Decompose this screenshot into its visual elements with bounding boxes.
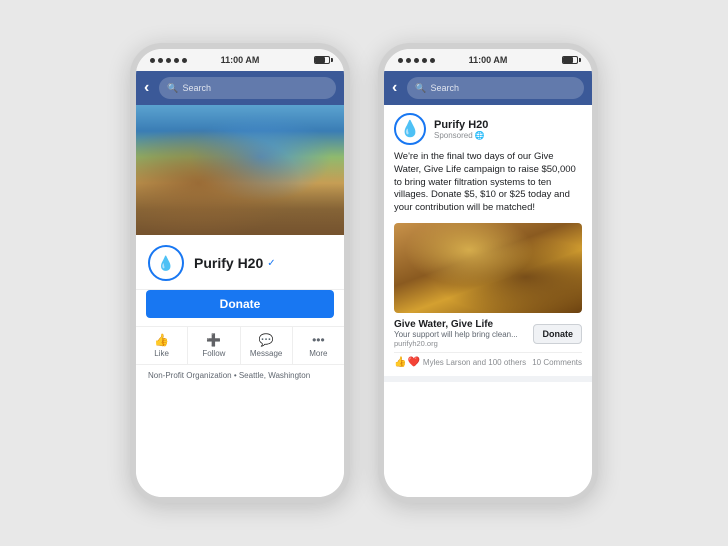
ad-link-title: Give Water, Give Life	[394, 319, 533, 330]
profile-name: Purify H20	[194, 255, 263, 271]
water-drop-icon: 💧	[157, 255, 174, 272]
back-button-2[interactable]: ‹	[392, 79, 397, 97]
profile-info-row: 💧 Purify H20 ✓	[136, 235, 344, 290]
ad-reactions-row: 👍 ❤️ Myles Larson and 100 others 10 Comm…	[394, 352, 582, 370]
message-label: Message	[250, 349, 282, 358]
globe-icon: 🌐	[475, 131, 485, 140]
verified-badge: ✓	[267, 258, 275, 269]
fb-nav-1: ‹ 🔍 Search	[136, 71, 344, 105]
search-placeholder-2: Search	[431, 83, 460, 93]
profile-name-row: Purify H20 ✓	[194, 255, 276, 271]
sponsored-label: Sponsored	[434, 131, 473, 140]
back-button-1[interactable]: ‹	[144, 79, 149, 97]
reactions-count: Myles Larson and 100 others	[423, 358, 526, 367]
ad-water-drop-icon: 💧	[400, 119, 420, 139]
action-like[interactable]: 👍 Like	[136, 327, 188, 364]
like-label: Like	[154, 349, 169, 358]
like-icon: 👍	[154, 333, 169, 347]
action-bar-1: 👍 Like ➕ Follow 💬 Message ••• More	[136, 326, 344, 364]
heart-emoji: ❤️	[407, 357, 419, 368]
profile-avatar-1: 💧	[148, 245, 184, 281]
action-follow[interactable]: ➕ Follow	[188, 327, 240, 364]
status-time-1: 11:00 AM	[221, 55, 260, 65]
signal-dots-1	[150, 58, 187, 63]
fb-nav-2: ‹ 🔍 Search	[384, 71, 592, 105]
search-bar-2[interactable]: 🔍 Search	[407, 77, 584, 99]
ad-link-url: purifyh20.org	[394, 339, 533, 348]
ad-bottom-row: Give Water, Give Life Your support will …	[394, 319, 582, 348]
ad-sponsored-row: Sponsored 🌐	[434, 131, 488, 140]
ad-page-name[interactable]: Purify H20	[434, 119, 488, 131]
phone2-content: 💧 Purify H20 Sponsored 🌐 We're in the fi…	[384, 105, 592, 497]
follow-label: Follow	[202, 349, 225, 358]
message-icon: 💬	[259, 333, 274, 347]
donate-button-1[interactable]: Donate	[146, 290, 334, 318]
status-bar-2: 11:00 AM	[384, 49, 592, 71]
ad-page-info: Purify H20 Sponsored 🌐	[434, 119, 488, 140]
phone1-content: 💧 Purify H20 ✓ Donate 👍 Like ➕	[136, 105, 344, 497]
ad-donate-button[interactable]: Donate	[533, 324, 582, 344]
reactions-left: 👍 ❤️ Myles Larson and 100 others	[394, 357, 526, 368]
status-bar-1: 11:00 AM	[136, 49, 344, 71]
ad-header: 💧 Purify H20 Sponsored 🌐	[394, 113, 582, 145]
follow-icon: ➕	[206, 333, 221, 347]
battery-1	[314, 56, 330, 64]
ad-card: 💧 Purify H20 Sponsored 🌐 We're in the fi…	[384, 105, 592, 382]
status-time-2: 11:00 AM	[469, 55, 508, 65]
comments-count: 10 Comments	[532, 358, 582, 367]
reaction-emojis: 👍 ❤️	[394, 357, 420, 368]
ad-avatar: 💧	[394, 113, 426, 145]
like-emoji: 👍	[394, 357, 406, 368]
phone-1: 11:00 AM ‹ 🔍 Search 💧	[130, 43, 350, 503]
search-placeholder-1: Search	[183, 83, 212, 93]
profile-meta: Non-Profit Organization • Seattle, Washi…	[136, 364, 344, 386]
more-label: More	[309, 349, 327, 358]
cover-photo-1	[136, 105, 344, 235]
ad-link-info: Give Water, Give Life Your support will …	[394, 319, 533, 348]
phone-2: 11:00 AM ‹ 🔍 Search 💧 Purif	[378, 43, 598, 503]
battery-2	[562, 56, 578, 64]
action-more[interactable]: ••• More	[293, 327, 344, 364]
action-message[interactable]: 💬 Message	[241, 327, 293, 364]
ad-link-desc: Your support will help bring clean...	[394, 330, 533, 339]
ad-body-text: We're in the final two days of our Give …	[394, 151, 582, 215]
signal-dots-2	[398, 58, 435, 63]
ad-image	[394, 223, 582, 313]
search-icon-1: 🔍	[167, 83, 178, 94]
more-icon: •••	[312, 333, 325, 347]
search-icon-2: 🔍	[415, 83, 426, 94]
search-bar-1[interactable]: 🔍 Search	[159, 77, 336, 99]
profile-name-area: Purify H20 ✓	[194, 255, 276, 271]
